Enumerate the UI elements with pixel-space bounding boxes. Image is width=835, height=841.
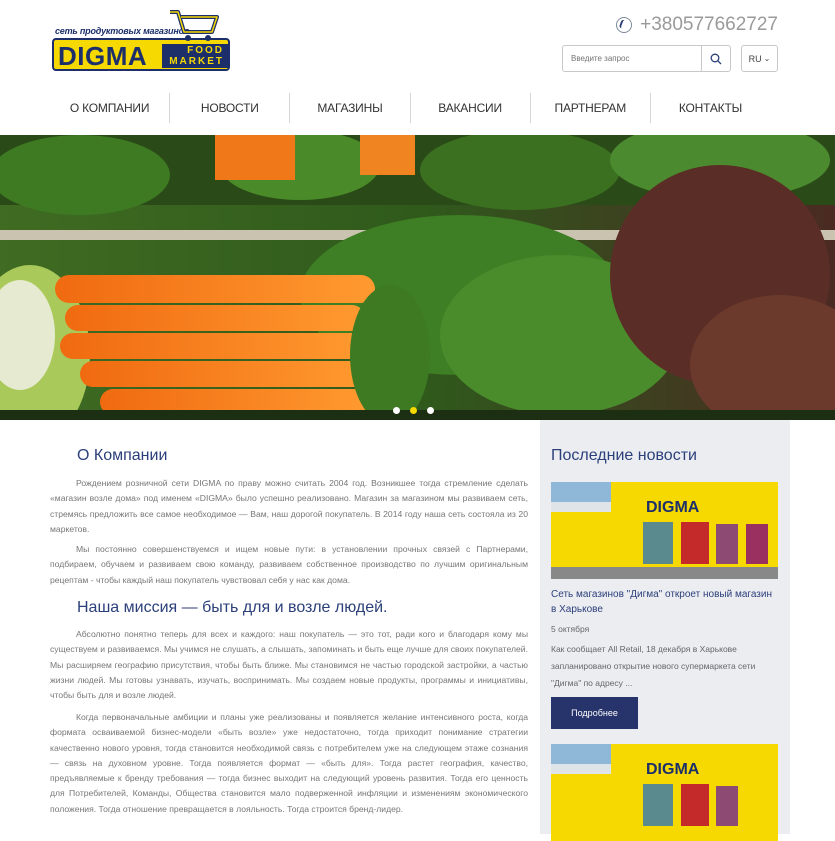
slider-dot-3[interactable]	[427, 407, 434, 414]
language-label: RU	[748, 53, 762, 64]
phone-number[interactable]: +380577662727	[616, 14, 778, 36]
news-excerpt: Как сообщает All Retail, 18 декабря в Ха…	[551, 644, 756, 688]
phone-text: +380577662727	[640, 14, 778, 35]
read-more-button[interactable]: Подробнее	[551, 697, 638, 729]
about-paragraph-1: Рождением розничной сети DIGMA по праву …	[50, 478, 528, 534]
search-input[interactable]	[563, 46, 701, 71]
nav-item-about[interactable]: О компании	[50, 93, 171, 123]
nav-item-partners[interactable]: Партнерам	[531, 93, 651, 123]
nav-item-news[interactable]: Новости	[170, 93, 291, 123]
about-title: О Компании	[77, 447, 168, 464]
about-paragraph-2: Мы постоянно совершенствуемся и ищем нов…	[50, 544, 528, 585]
mission-paragraph-1: Абсолютно понятно теперь для всех и кажд…	[50, 629, 528, 701]
mission-title: Наша миссия — быть для и возле людей.	[77, 599, 388, 616]
store-sign: DIGMA	[646, 499, 700, 516]
vegetables-image	[0, 135, 835, 420]
news-sidebar: Последние новости DIGMA Сеть магазинов "…	[540, 420, 790, 841]
logo-food-market: FOOD MARKET	[162, 44, 228, 68]
phone-icon	[616, 17, 633, 33]
store-sign: DIGMA	[646, 761, 700, 778]
nav-item-contacts[interactable]: Контакты	[651, 93, 770, 123]
nav-item-stores[interactable]: Магазины	[290, 93, 411, 123]
news-title[interactable]: Сеть магазинов "Дигма" откроет новый маг…	[551, 587, 776, 617]
store-photo: DIGMA	[551, 744, 778, 841]
logo-market: MARKET	[169, 56, 224, 67]
main-nav: О компании Новости Магазины Вакансии Пар…	[50, 93, 770, 123]
slider-dot-2[interactable]	[410, 407, 417, 414]
mission-paragraph-2: Когда первоначальные амбиции и планы уже…	[50, 712, 528, 814]
logo[interactable]: сеть продуктовых магазинов DIGMA FOOD MA…	[50, 8, 235, 74]
nav-item-vacancies[interactable]: Вакансии	[411, 93, 531, 123]
news-image[interactable]: DIGMA	[551, 744, 778, 841]
slider-dots	[393, 407, 434, 414]
language-select[interactable]: RU ⌄	[741, 45, 778, 72]
search-box	[562, 45, 731, 72]
hero-slider[interactable]	[0, 135, 835, 420]
chevron-down-icon: ⌄	[763, 54, 771, 63]
search-button[interactable]	[701, 46, 730, 71]
shopping-cart-icon	[170, 10, 219, 41]
slider-dot-1[interactable]	[393, 407, 400, 414]
logo-food: FOOD	[187, 45, 224, 56]
news-date: 5 октября	[551, 624, 590, 634]
main-content: О Компании Рождением розничной сети DIGM…	[50, 420, 540, 834]
news-sidebar-title: Последние новости	[551, 447, 697, 464]
store-photo: DIGMA	[551, 482, 778, 579]
news-image[interactable]: DIGMA	[551, 482, 778, 579]
search-icon	[710, 53, 722, 64]
logo-brand: DIGMA	[58, 41, 148, 71]
